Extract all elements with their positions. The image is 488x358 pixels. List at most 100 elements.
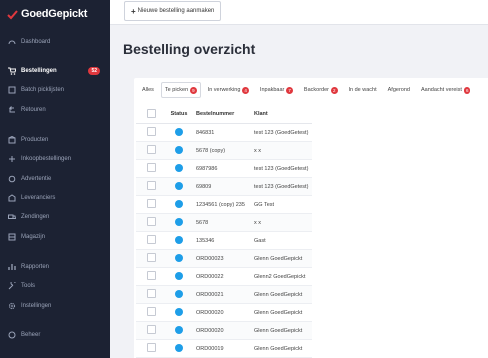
tab-backorder[interactable]: Backorder 2	[300, 82, 342, 98]
sidebar-item-zendingen[interactable]: Zendingen	[0, 208, 110, 226]
row-checkbox[interactable]	[146, 271, 156, 280]
tab-aandacht-vereist[interactable]: Aandacht vereist 6	[417, 82, 474, 98]
table-row[interactable]: 69809 test 123 (GoedGetest)	[136, 177, 313, 196]
table-row[interactable]: ORD00022 Glenn2 GoedGepickt	[136, 267, 313, 286]
table-row[interactable]: 5678 (copy) x x	[136, 141, 313, 160]
order-number[interactable]: 1234561 (copy) 235	[192, 195, 250, 214]
row-checkbox[interactable]	[146, 235, 156, 244]
header-client[interactable]: Klant	[250, 105, 313, 124]
status-dot-icon	[175, 325, 183, 334]
select-all-checkbox[interactable]	[146, 108, 156, 118]
sidebar-item-magazijn[interactable]: Magazijn	[0, 228, 110, 246]
status-dot-icon	[175, 343, 183, 352]
sidebar-item-label: Retouren	[21, 107, 46, 113]
tab-count-badge: 2	[330, 86, 338, 94]
sidebar-item-dashboard[interactable]: Dashboard	[0, 33, 110, 51]
table-row[interactable]: 1234561 (copy) 235 GG Test	[136, 195, 313, 214]
row-checkbox[interactable]	[146, 217, 156, 226]
order-number[interactable]: 846831	[192, 123, 250, 142]
tab-te-picken[interactable]: Te picken 9	[160, 82, 201, 98]
sidebar-item-label: Zendingen	[21, 214, 50, 220]
table-row[interactable]: 5678 x x	[136, 213, 313, 232]
client-name: Glenn GoedGepickt	[250, 303, 313, 322]
sidebar-item-bestellingen[interactable]: Bestellingen 52	[0, 62, 110, 80]
sidebar-item-label: Producten	[21, 137, 49, 143]
row-checkbox[interactable]	[146, 181, 156, 190]
table-row[interactable]: ORD00020 Glenn GoedGepickt	[136, 303, 313, 322]
sidebar-item-batch-picklijsten[interactable]: Batch picklijsten	[0, 81, 110, 99]
orders-count-badge: 52	[88, 67, 100, 75]
sidebar-item-instellingen[interactable]: Instellingen	[0, 297, 110, 315]
sync-icon	[8, 175, 16, 183]
order-number[interactable]: ORD00022	[192, 267, 250, 286]
row-checkbox[interactable]	[146, 145, 156, 154]
row-select-cell	[136, 303, 166, 322]
admin-icon	[8, 331, 16, 339]
table-row[interactable]: 846831 test 123 (GoedGetest)	[136, 123, 313, 142]
tab-label: Backorder	[303, 87, 329, 93]
row-status-cell	[166, 213, 192, 232]
table-row[interactable]: 135346 Gast	[136, 231, 313, 250]
status-dot-icon	[175, 235, 183, 244]
order-number[interactable]: ORD00020	[192, 303, 250, 322]
sidebar-item-label: Advertentie	[21, 176, 52, 182]
client-name: Glenn GoedGepickt	[250, 249, 313, 268]
order-number[interactable]: ORD00021	[192, 285, 250, 304]
sidebar-item-label: Batch picklijsten	[21, 87, 65, 93]
order-number[interactable]: ORD00019	[192, 339, 250, 358]
order-number[interactable]: 69809	[192, 177, 250, 196]
sidebar-item-advertentie[interactable]: Advertentie	[0, 170, 110, 188]
row-status-cell	[166, 231, 192, 250]
table-row[interactable]: ORD00020 Glenn GoedGepickt	[136, 321, 313, 340]
row-checkbox[interactable]	[146, 127, 156, 136]
row-checkbox[interactable]	[146, 307, 156, 316]
row-status-cell	[166, 177, 192, 196]
order-number[interactable]: 6987986	[192, 159, 250, 178]
sidebar-item-rapporten[interactable]: Rapporten	[0, 258, 110, 276]
tab-label: Alles	[142, 87, 154, 93]
sidebar-item-producten[interactable]: Producten	[0, 131, 110, 149]
tab-alles[interactable]: Alles	[138, 82, 158, 98]
tab-in-de-wacht[interactable]: In de wacht	[345, 82, 381, 98]
row-checkbox[interactable]	[146, 343, 156, 352]
table-row[interactable]: ORD00019 Glenn GoedGepickt	[136, 339, 313, 358]
sidebar-item-tools[interactable]: Tools	[0, 277, 110, 295]
client-name: Gast	[250, 231, 313, 250]
header-status[interactable]: Status	[166, 105, 192, 124]
dashboard-icon	[8, 38, 16, 46]
client-name: x x	[250, 213, 313, 232]
table-row[interactable]: 6987986 test 123 (GoedGetest)	[136, 159, 313, 178]
row-checkbox[interactable]	[146, 253, 156, 262]
sidebar-item-label: Magazijn	[21, 234, 46, 240]
row-select-cell	[136, 177, 166, 196]
row-status-cell	[166, 123, 192, 142]
sidebar-item-inkoopbestellingen[interactable]: Inkoopbestellingen	[0, 150, 110, 168]
sidebar-item-leveranciers[interactable]: Leveranciers	[0, 189, 110, 207]
order-number[interactable]: 5678	[192, 213, 250, 232]
order-number[interactable]: ORD00020	[192, 321, 250, 340]
row-checkbox[interactable]	[146, 163, 156, 172]
order-number[interactable]: ORD00023	[192, 249, 250, 268]
order-number[interactable]: 5678 (copy)	[192, 141, 250, 160]
tab-inpakbaar[interactable]: Inpakbaar 7	[256, 82, 297, 98]
row-select-cell	[136, 231, 166, 250]
new-order-button[interactable]: + Nieuwe bestelling aanmaken	[124, 1, 222, 21]
logo[interactable]: GoedGepickt	[7, 8, 87, 20]
status-dot-icon	[175, 163, 183, 172]
table-row[interactable]: ORD00023 Glenn GoedGepickt	[136, 249, 313, 268]
sidebar-item-label: Dashboard	[21, 39, 51, 45]
order-number[interactable]: 135346	[192, 231, 250, 250]
page-title: Bestelling overzicht	[123, 41, 256, 57]
tab-in-verwerking[interactable]: In verwerking 4	[204, 82, 253, 98]
sidebar-item-retouren[interactable]: Retouren	[0, 101, 110, 119]
table-row[interactable]: ORD00021 Glenn GoedGepickt	[136, 285, 313, 304]
sidebar-item-beheer[interactable]: Beheer	[0, 326, 110, 344]
row-checkbox[interactable]	[146, 199, 156, 208]
row-checkbox[interactable]	[146, 289, 156, 298]
return-icon	[8, 106, 16, 114]
select-all-cell	[136, 105, 166, 124]
row-checkbox[interactable]	[146, 325, 156, 334]
gear-icon	[8, 302, 16, 310]
header-number[interactable]: Bestelnummer	[192, 105, 250, 124]
tab-afgerond[interactable]: Afgerond	[384, 82, 414, 98]
